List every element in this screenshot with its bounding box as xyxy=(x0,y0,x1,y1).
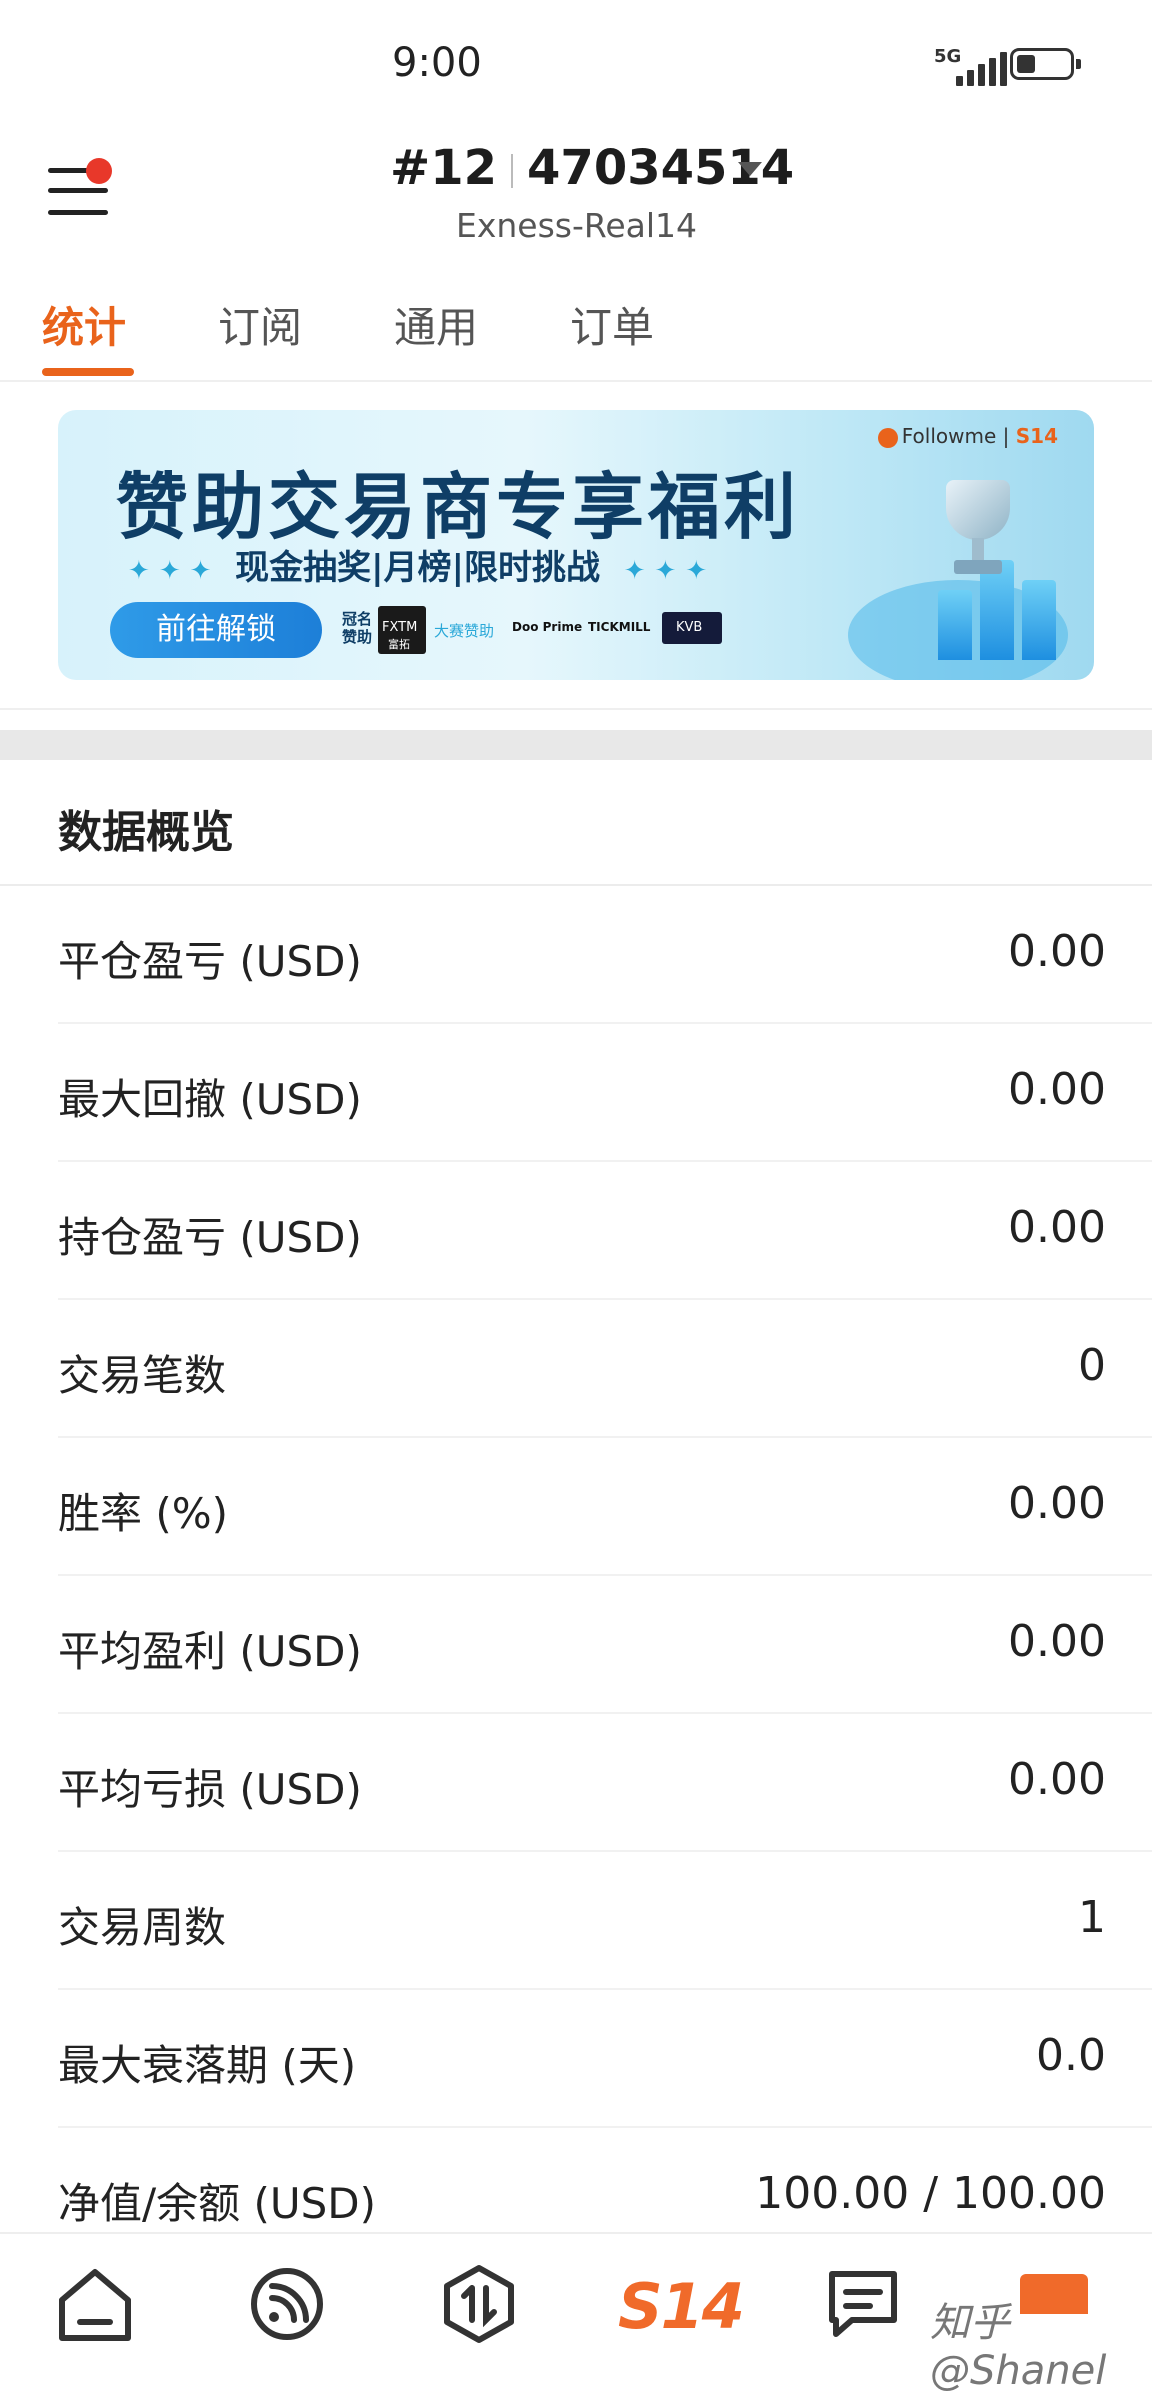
trophy-icon xyxy=(938,480,1018,590)
dropdown-caret-icon[interactable] xyxy=(738,162,762,176)
banner-subtitle: ✦ ✦ ✦ 现金抽奖|月榜|限时挑战 ✦ ✦ ✦ xyxy=(128,548,708,588)
notification-badge xyxy=(86,158,112,184)
stat-row-avg-loss: 平均亏损 (USD) 0.00 xyxy=(58,1714,1152,1852)
battery-icon xyxy=(1010,48,1081,80)
stat-row-open-pnl: 持仓盈亏 (USD) 0.00 xyxy=(58,1162,1152,1300)
status-bar: 9:00 5G xyxy=(0,0,1152,130)
account-prefix: #12 xyxy=(390,140,498,196)
stat-row-trading-weeks: 交易周数 1 xyxy=(58,1852,1152,1990)
menu-button[interactable] xyxy=(48,158,118,230)
tab-bar: 统计 订阅 通用 订单 xyxy=(0,286,1152,382)
tab-general[interactable]: 通用 xyxy=(394,294,478,355)
banner-brand: Followme | S14 xyxy=(877,424,1058,448)
server-name: Exness-Real14 xyxy=(456,206,698,245)
s14-tab[interactable]: S14 xyxy=(618,2270,745,2343)
banner-title: 赞助交易商专享福利 xyxy=(116,465,801,549)
stat-row-max-decline-period: 最大衰落期 (天) 0.0 xyxy=(58,1990,1152,2128)
tab-orders[interactable]: 订单 xyxy=(570,294,654,355)
status-time: 9:00 xyxy=(392,40,482,86)
stat-row-closed-pnl: 平仓盈亏 (USD) 0.00 xyxy=(58,886,1152,1024)
feed-icon[interactable] xyxy=(242,2264,332,2344)
unlock-button[interactable]: 前往解锁 xyxy=(110,602,322,658)
stat-row-avg-profit: 平均盈利 (USD) 0.00 xyxy=(58,1576,1152,1714)
section-title: 数据概览 xyxy=(58,807,234,858)
chat-icon[interactable] xyxy=(818,2264,908,2344)
active-tab-indicator xyxy=(42,368,134,376)
account-selector[interactable]: #12 47034514 xyxy=(390,140,794,196)
home-icon[interactable] xyxy=(50,2264,140,2344)
stat-row-max-drawdown: 最大回撤 (USD) 0.00 xyxy=(58,1024,1152,1162)
stat-row-trade-count: 交易笔数 0 xyxy=(58,1300,1152,1438)
tab-subscriptions[interactable]: 订阅 xyxy=(218,294,302,355)
stat-row-win-rate: 胜率 (%) 0.00 xyxy=(58,1438,1152,1576)
bottom-nav: S14 知乎 @Shanel xyxy=(0,2232,1152,2394)
trade-icon[interactable] xyxy=(434,2264,524,2344)
section-divider xyxy=(0,730,1152,760)
promo-banner[interactable]: Followme | S14 赞助交易商专享福利 ✦ ✦ ✦ 现金抽奖|月榜|限… xyxy=(58,410,1094,680)
followme-logo-icon xyxy=(877,427,898,448)
tab-statistics[interactable]: 统计 xyxy=(42,294,126,355)
watermark: 知乎 @Shanel xyxy=(930,2300,1107,2394)
